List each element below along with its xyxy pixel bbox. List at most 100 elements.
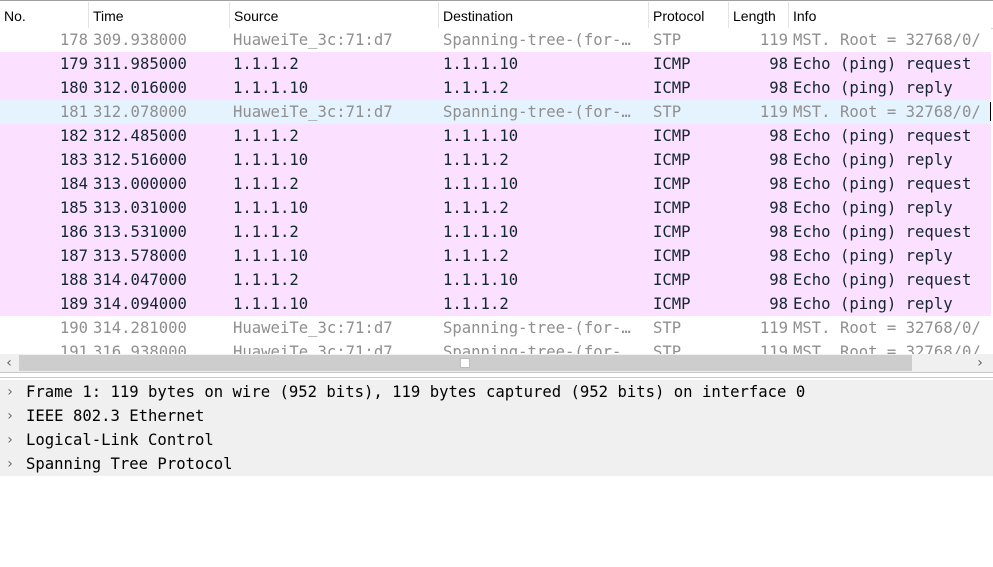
packet-source-cell: 1.1.1.2 [233, 55, 299, 73]
details-tree-item[interactable]: › Frame 1: 119 bytes on wire (952 bits), … [0, 380, 993, 404]
packet-time-cell: 313.000000 [93, 175, 187, 193]
column-header-info[interactable]: Info [789, 2, 993, 28]
chevron-right-icon[interactable]: › [3, 380, 17, 404]
details-tree-label: Frame 1: 119 bytes on wire (952 bits), 1… [26, 383, 806, 401]
table-row[interactable]: 184 313.000000 1.1.1.2 1.1.1.10 ICMP 98 Echo (… [0, 172, 991, 196]
packet-source-cell: HuaweiTe_3c:71:d7 [233, 31, 393, 49]
packet-destination-cell: Spanning-tree-(for-… [443, 343, 631, 354]
packet-time-cell: 314.094000 [93, 295, 187, 313]
packet-source-cell: 1.1.1.10 [233, 199, 309, 217]
packet-time-cell: 314.047000 [93, 271, 187, 289]
column-header-source[interactable]: Source [230, 2, 439, 28]
packet-destination-cell: Spanning-tree-(for-… [443, 319, 631, 337]
table-row[interactable]: 185 313.031000 1.1.1.10 1.1.1.2 ICMP 98 Echo (… [0, 196, 991, 220]
table-row[interactable]: 180 312.016000 1.1.1.10 1.1.1.2 ICMP 98 Echo (… [0, 76, 991, 100]
table-row[interactable]: 191 316.938000 HuaweiTe_3c:71:d7 Spanning-t… [0, 340, 991, 354]
packet-protocol-cell: ICMP [653, 55, 691, 73]
packet-protocol-cell: STP [653, 31, 682, 49]
column-header-protocol[interactable]: Protocol [649, 2, 729, 28]
packet-protocol-cell: ICMP [653, 127, 691, 145]
packet-length-cell: 98 [769, 79, 788, 97]
details-tree-item[interactable]: › IEEE 802.3 Ethernet [0, 404, 993, 428]
packet-source-cell: HuaweiTe_3c:71:d7 [233, 319, 393, 337]
packet-time-cell: 313.578000 [93, 247, 187, 265]
table-row[interactable]: 189 314.094000 1.1.1.10 1.1.1.2 ICMP 98 Echo (… [0, 292, 991, 316]
chevron-left-icon[interactable]: ‹ [0, 354, 18, 372]
packet-protocol-cell: ICMP [653, 271, 691, 289]
packet-no-cell: 189 [59, 295, 88, 313]
packet-no-cell: 180 [59, 79, 88, 97]
chevron-right-icon[interactable]: › [3, 428, 17, 452]
packet-source-cell: HuaweiTe_3c:71:d7 [233, 343, 393, 354]
details-tree-item[interactable]: › Logical-Link Control [0, 428, 993, 452]
packet-no-cell: 181 [59, 103, 88, 121]
packet-source-cell: 1.1.1.2 [233, 175, 299, 193]
packet-source-cell: 1.1.1.2 [233, 127, 299, 145]
packet-destination-cell: 1.1.1.2 [443, 199, 509, 217]
details-tree-label: IEEE 802.3 Ethernet [26, 407, 205, 425]
packet-no-cell: 179 [59, 55, 88, 73]
packet-protocol-cell: ICMP [653, 223, 691, 241]
packet-destination-cell: Spanning-tree-(for-… [443, 103, 631, 121]
packet-destination-cell: 1.1.1.2 [443, 151, 509, 169]
table-row[interactable]: 186 313.531000 1.1.1.2 1.1.1.10 ICMP 98 Echo (… [0, 220, 991, 244]
table-row[interactable]: 187 313.578000 1.1.1.10 1.1.1.2 ICMP 98 Echo (… [0, 244, 991, 268]
table-row[interactable]: 183 312.516000 1.1.1.10 1.1.1.2 ICMP 98 Echo (… [0, 148, 991, 172]
packet-info-cell: Echo (ping) request [793, 271, 972, 289]
scrollbar-thumb[interactable] [19, 355, 912, 371]
table-row[interactable]: 190 314.281000 HuaweiTe_3c:71:d7 Spanning-t… [0, 316, 991, 340]
packet-destination-cell: Spanning-tree-(for-… [443, 31, 631, 49]
packet-no-cell: 184 [59, 175, 88, 193]
packet-no-cell: 188 [59, 271, 88, 289]
chevron-right-icon[interactable]: › [3, 404, 17, 428]
packet-info-cell: Echo (ping) request [793, 223, 972, 241]
chevron-right-icon[interactable]: › [971, 354, 989, 372]
table-row[interactable]: 182 312.485000 1.1.1.2 1.1.1.10 ICMP 98 Echo (… [0, 124, 991, 148]
packet-no-cell: 183 [59, 151, 88, 169]
table-row[interactable]: 188 314.047000 1.1.1.2 1.1.1.10 ICMP 98 Echo (… [0, 268, 991, 292]
packet-info-cell: MST. Root = 32768/0/ [793, 103, 981, 121]
packet-time-cell: 314.281000 [93, 319, 187, 337]
column-header-length[interactable]: Length [729, 2, 789, 28]
packet-protocol-cell: ICMP [653, 79, 691, 97]
packet-destination-cell: 1.1.1.2 [443, 79, 509, 97]
packet-time-cell: 313.031000 [93, 199, 187, 217]
packet-length-cell: 119 [759, 319, 788, 337]
details-tree-item[interactable]: › Spanning Tree Protocol [0, 452, 993, 476]
packet-no-cell: 182 [59, 127, 88, 145]
packet-protocol-cell: ICMP [653, 199, 691, 217]
packet-no-cell: 186 [59, 223, 88, 241]
packet-time-cell: 316.938000 [93, 343, 187, 354]
packet-list-header: No. Time Source Destination Protocol Len… [0, 2, 993, 29]
packet-length-cell: 98 [769, 151, 788, 169]
packet-list: No. Time Source Destination Protocol Len… [0, 0, 993, 373]
packet-time-cell: 311.985000 [93, 55, 187, 73]
packet-destination-cell: 1.1.1.10 [443, 271, 519, 289]
packet-no-cell: 190 [59, 319, 88, 337]
packet-info-cell: Echo (ping) request [793, 127, 972, 145]
packet-destination-cell: 1.1.1.2 [443, 247, 509, 265]
packet-info-cell: Echo (ping) reply [793, 199, 953, 217]
packet-protocol-cell: ICMP [653, 247, 691, 265]
chevron-right-icon[interactable]: › [3, 452, 17, 476]
table-row[interactable]: 178 309.938000 HuaweiTe_3c:71:d7 Spanning-t… [0, 28, 991, 52]
packet-details-pane: › Frame 1: 119 bytes on wire (952 bits), … [0, 378, 993, 567]
packet-info-cell: MST. Root = 32768/0/ [793, 31, 981, 49]
packet-info-cell: MST. Root = 32768/0/ [793, 319, 981, 337]
packet-protocol-cell: STP [653, 319, 682, 337]
packet-info-cell: Echo (ping) reply [793, 295, 953, 313]
horizontal-scrollbar[interactable]: ‹ › [0, 354, 993, 372]
packet-source-cell: 1.1.1.10 [233, 151, 309, 169]
column-header-destination[interactable]: Destination [439, 2, 649, 28]
column-header-no[interactable]: No. [0, 2, 89, 28]
table-row[interactable]: 179 311.985000 1.1.1.2 1.1.1.10 ICMP 98 Echo (… [0, 52, 991, 76]
packet-destination-cell: 1.1.1.10 [443, 175, 519, 193]
packet-length-cell: 119 [759, 103, 788, 121]
packet-length-cell: 98 [769, 223, 788, 241]
packet-length-cell: 119 [759, 31, 788, 49]
details-tree-label: Logical-Link Control [26, 431, 214, 449]
table-row[interactable]: 181 312.078000 HuaweiTe_3c:71:d7 Spanning-t… [0, 100, 991, 124]
column-header-time[interactable]: Time [89, 2, 230, 28]
packet-time-cell: 312.485000 [93, 127, 187, 145]
scrollbar-grip[interactable] [460, 358, 470, 368]
